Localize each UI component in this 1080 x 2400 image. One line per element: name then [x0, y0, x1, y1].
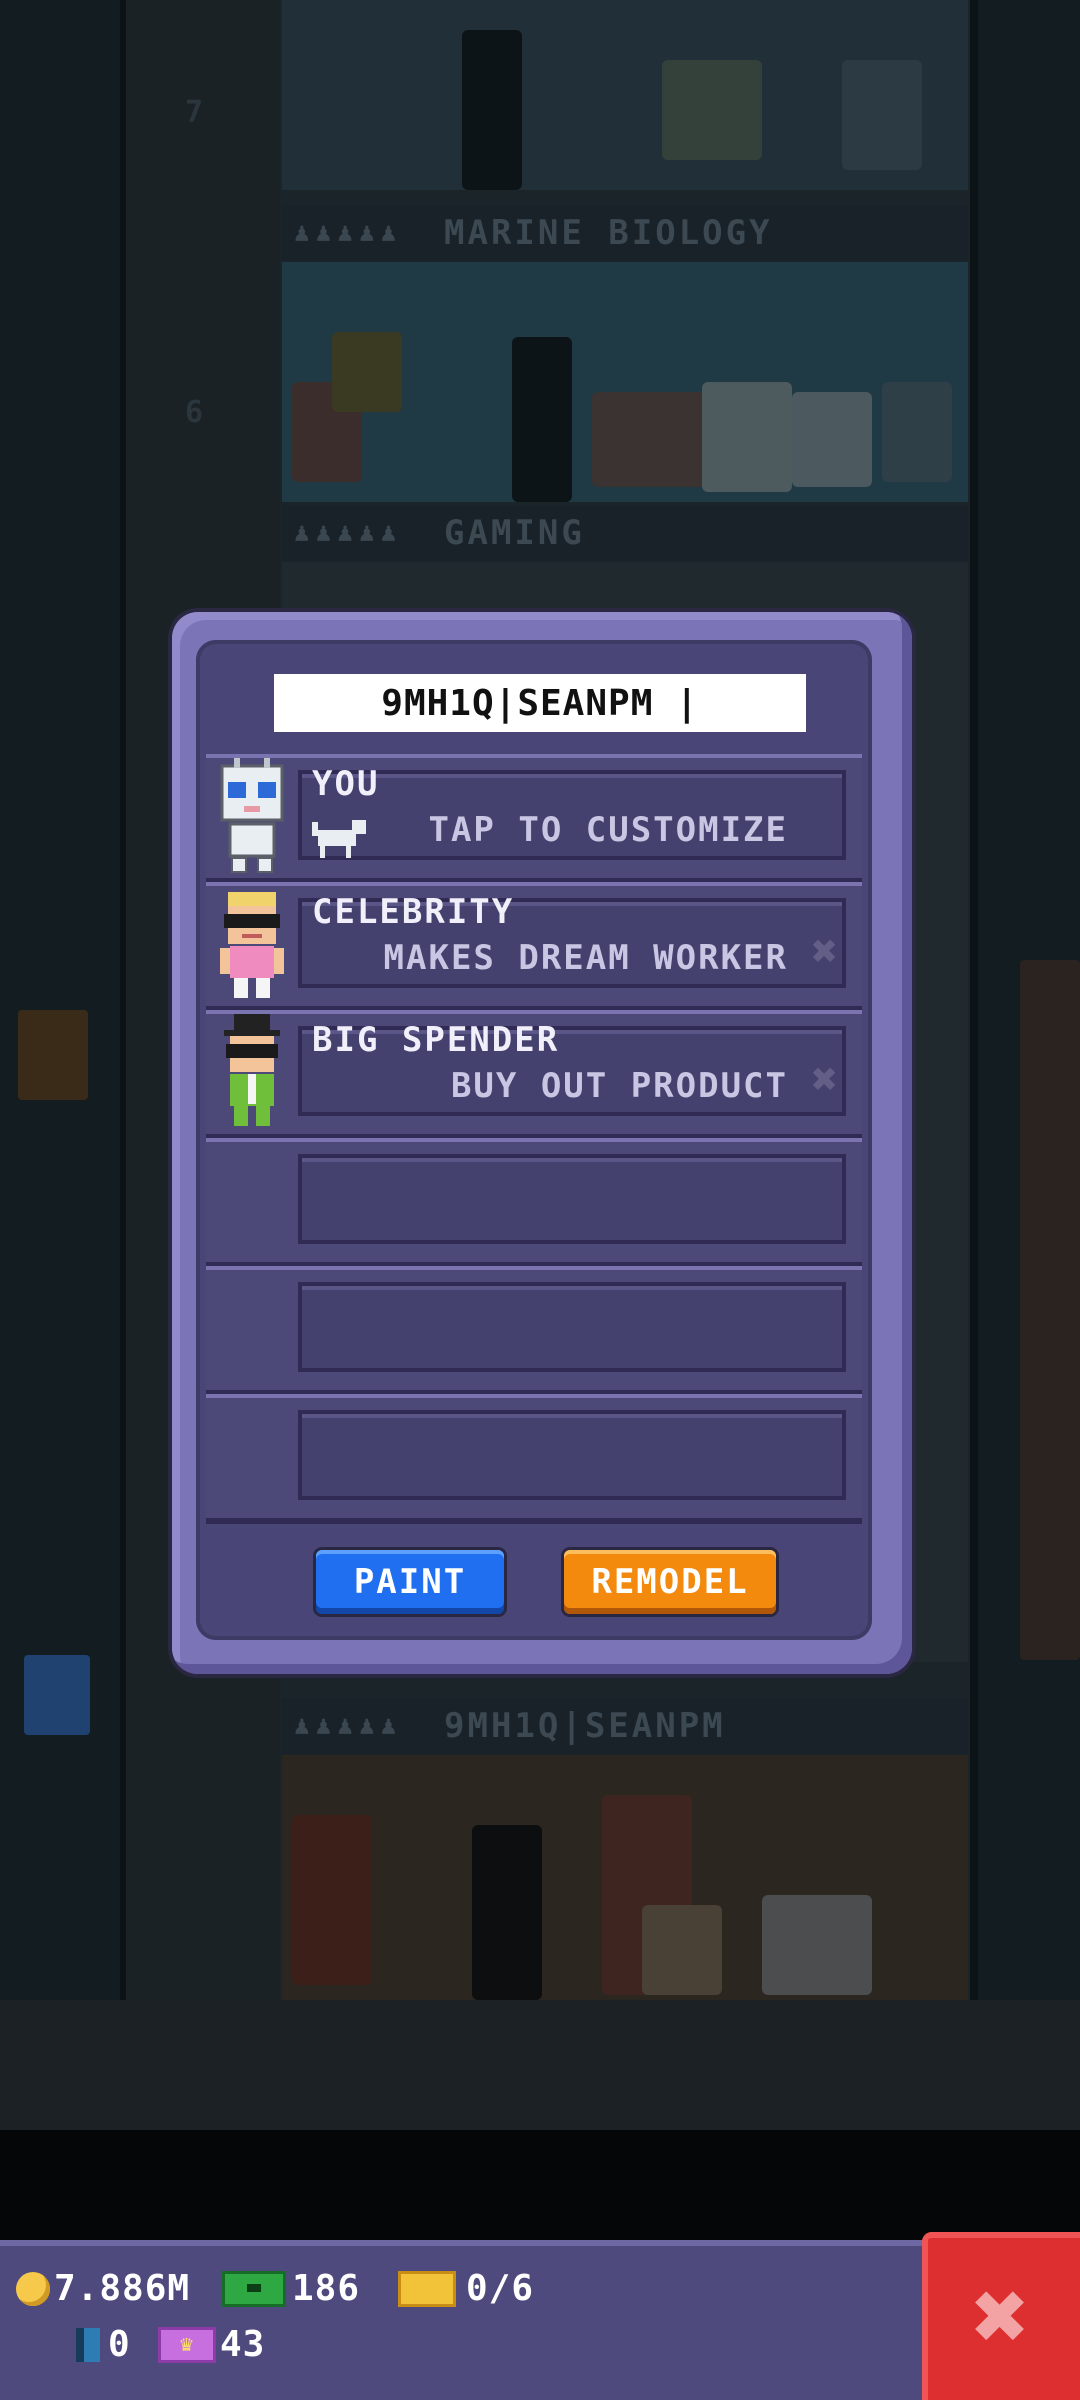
coins-value: 7.886M	[54, 2268, 191, 2309]
slot-big-spender[interactable]: BIG SPENDER BUY OUT PRODUCT ✖	[206, 1010, 862, 1140]
ground-shadow	[0, 2130, 1080, 2240]
slot-description: MAKES DREAM WORKER	[383, 938, 788, 978]
floor-label-marine-biology: ♟♟♟♟♟ MARINE BIOLOGY	[282, 205, 968, 261]
slot-box	[298, 1410, 846, 1500]
remodel-button[interactable]: REMODEL	[564, 1550, 776, 1614]
key-icon	[76, 2327, 100, 2362]
tickets-value: 0/6	[466, 2268, 535, 2309]
slot-box	[298, 1282, 846, 1372]
empty-slot[interactable]	[206, 1394, 862, 1524]
golden-ticket-icon	[398, 2270, 456, 2307]
ground	[0, 2000, 1080, 2130]
vip-counter: ♛ 43	[158, 2324, 265, 2365]
pet-cat-icon	[312, 820, 366, 858]
tower-name-input[interactable]: 9MH1Q|SEANPM |	[274, 674, 806, 732]
floor-room	[282, 1755, 968, 2000]
slot-box	[298, 1154, 846, 1244]
slot-description: BUY OUT PRODUCT	[450, 1066, 788, 1106]
floor-room	[282, 0, 968, 190]
robot-avatar-icon	[220, 758, 284, 873]
side-decoration	[18, 1010, 88, 1100]
tower-bux-icon	[222, 2270, 286, 2307]
paint-button[interactable]: PAINT	[316, 1550, 504, 1614]
coin-icon	[16, 2271, 50, 2306]
side-decoration	[1020, 960, 1080, 1660]
remove-slot-icon[interactable]: ✖	[812, 926, 839, 977]
slot-title: BIG SPENDER	[312, 1020, 560, 1060]
slot-celebrity[interactable]: CELEBRITY MAKES DREAM WORKER ✖	[206, 882, 862, 1012]
coins-counter: 7.886M	[16, 2268, 190, 2309]
resource-hud: 7.886M 186 0/6 0 ♛ 43	[0, 2240, 922, 2400]
empty-slot[interactable]	[206, 1266, 862, 1396]
remove-slot-icon[interactable]: ✖	[812, 1054, 839, 1105]
vip-value: 43	[220, 2324, 266, 2365]
slot-title: CELEBRITY	[312, 892, 515, 932]
tickets-counter: 0/6	[398, 2268, 534, 2309]
slot-you[interactable]: YOU TAP TO CUSTOMIZE	[206, 754, 862, 884]
keys-counter: 0	[76, 2324, 131, 2365]
vip-ticket-icon: ♛	[158, 2326, 216, 2363]
floor-label-user-tower: ♟♟♟♟♟ 9MH1Q|SEANPM	[282, 1698, 968, 1754]
keys-value: 0	[108, 2324, 131, 2365]
slot-title: YOU	[312, 764, 380, 804]
bux-value: 186	[292, 2268, 361, 2309]
side-decoration	[24, 1655, 90, 1735]
floor-number: 7	[185, 95, 204, 130]
slot-description: TAP TO CUSTOMIZE	[428, 810, 788, 850]
floor-room	[282, 262, 968, 502]
floor-number: 6	[185, 395, 204, 430]
close-icon: ✖	[972, 2260, 1030, 2372]
big-spender-avatar-icon	[224, 1014, 280, 1126]
close-button[interactable]: ✖	[922, 2232, 1080, 2400]
celebrity-avatar-icon	[220, 892, 284, 998]
empty-slot[interactable]	[206, 1138, 862, 1268]
floor-label-gaming: ♟♟♟♟♟ GAMING	[282, 505, 968, 561]
bux-counter: 186	[222, 2268, 360, 2309]
